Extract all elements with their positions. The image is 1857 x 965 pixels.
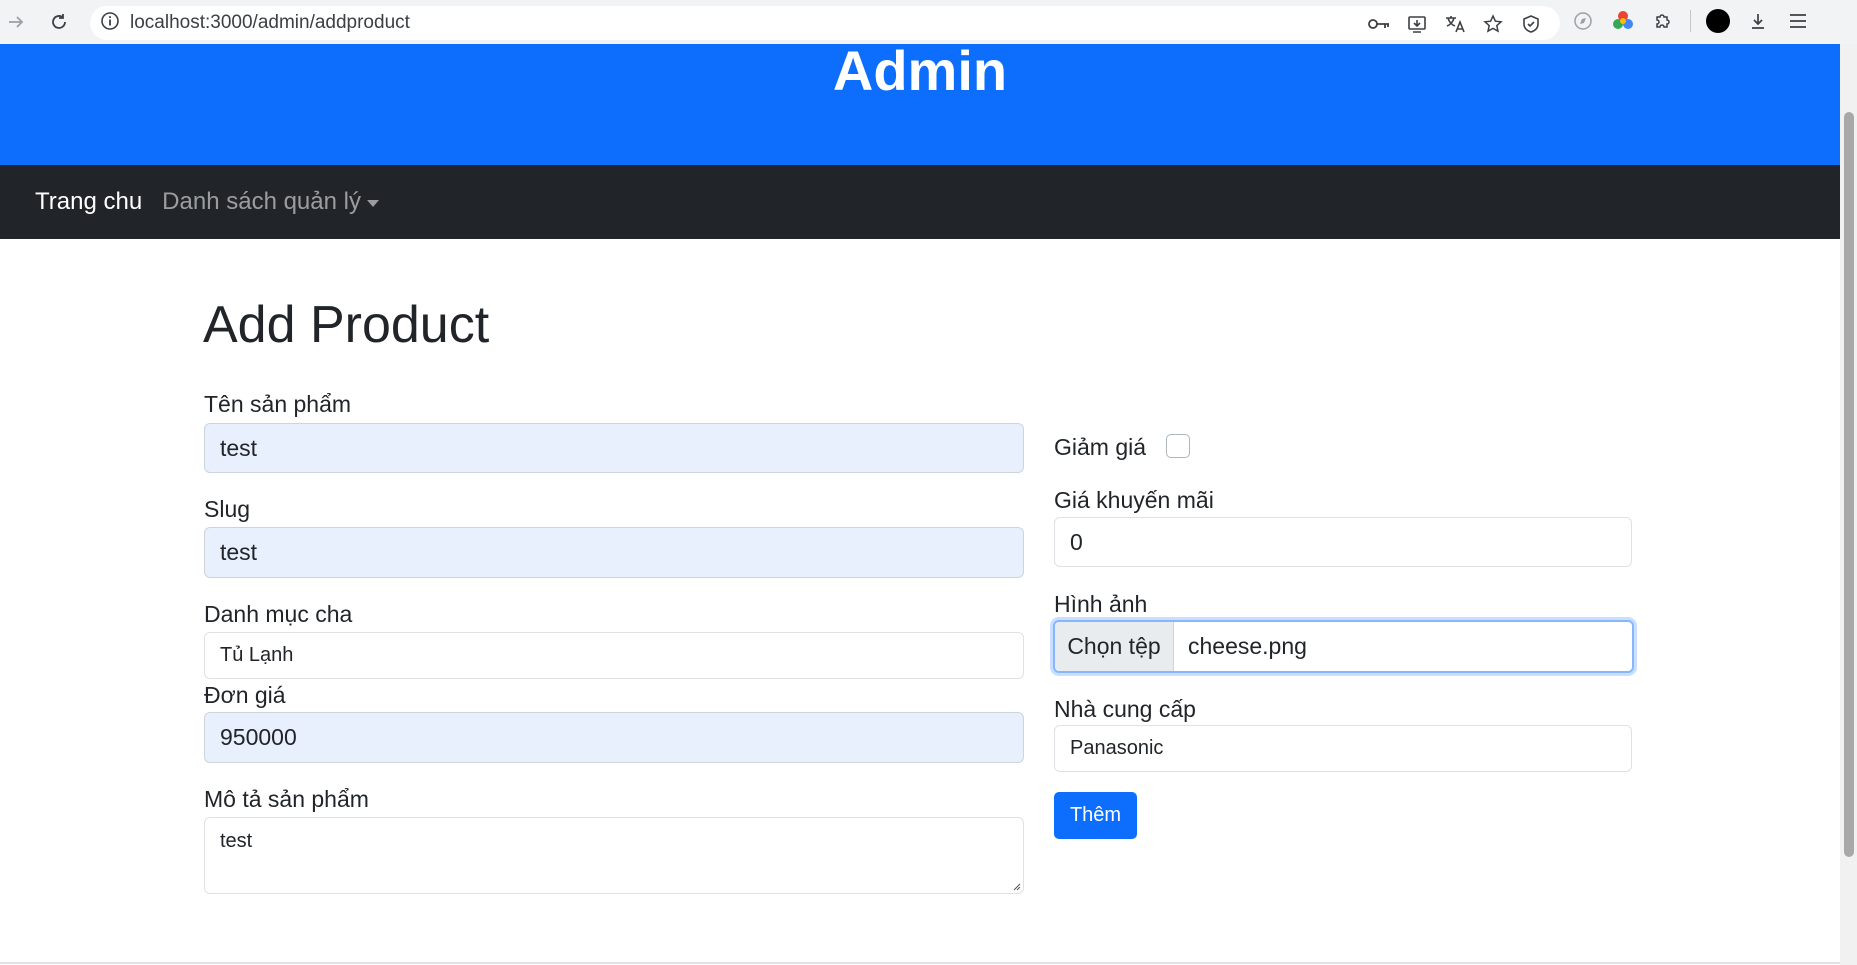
discount-checkbox[interactable] (1166, 434, 1190, 458)
toolbar-separator (1690, 10, 1691, 32)
price-label: Đơn giá (204, 682, 286, 708)
browser-toolbar: localhost:3000/admin/addproduct (0, 0, 1857, 44)
install-app-icon[interactable] (1404, 11, 1430, 37)
choose-file-button[interactable]: Chọn tệp (1055, 622, 1174, 671)
description-label: Mô tả sản phẩm (204, 786, 369, 812)
image-file-input[interactable]: Chọn tệp cheese.png (1053, 620, 1634, 673)
profile-avatar-icon[interactable] (1705, 8, 1731, 34)
compass-extension-icon[interactable] (1570, 8, 1596, 34)
price-input[interactable]: 950000 (204, 712, 1024, 763)
extensions-puzzle-icon[interactable] (1650, 8, 1676, 34)
forward-icon[interactable] (2, 8, 30, 36)
translate-icon[interactable] (1442, 11, 1468, 37)
supplier-label: Nhà cung cấp (1054, 696, 1196, 722)
resize-grip-icon[interactable] (1011, 881, 1021, 891)
category-select[interactable]: Tủ Lạnh (204, 632, 1024, 679)
scrollbar-thumb[interactable] (1844, 112, 1854, 857)
address-bar[interactable]: localhost:3000/admin/addproduct (90, 6, 1560, 40)
page-scrollbar[interactable] (1840, 44, 1857, 965)
key-icon[interactable] (1366, 11, 1392, 37)
admin-title: Admin (832, 44, 1008, 102)
shield-icon[interactable] (1518, 11, 1544, 37)
bookmark-star-icon[interactable] (1480, 11, 1506, 37)
category-label: Danh mục cha (204, 601, 353, 627)
sale-price-input[interactable]: 0 (1054, 517, 1632, 567)
image-label: Hình ảnh (1054, 591, 1148, 617)
product-name-input[interactable]: test (204, 423, 1024, 473)
caret-down-icon (366, 200, 379, 207)
sale-price-label: Giá khuyến mãi (1054, 487, 1214, 513)
reload-icon[interactable] (45, 8, 73, 36)
site-info-icon[interactable] (100, 11, 120, 36)
slug-label: Slug (204, 496, 251, 522)
discount-label: Giảm giá (1054, 434, 1147, 460)
add-product-button[interactable]: Thêm (1054, 792, 1137, 839)
nav-dropdown-label: Danh sách quản lý (162, 188, 361, 215)
product-name-label: Tên sản phẩm (204, 391, 352, 417)
nav-home-link[interactable]: Trang chu (35, 188, 142, 216)
page-title: Add Product (203, 296, 490, 354)
color-extension-icon[interactable] (1610, 8, 1636, 34)
download-icon[interactable] (1745, 8, 1771, 34)
url-text[interactable]: localhost:3000/admin/addproduct (130, 12, 410, 34)
admin-header: Admin (0, 44, 1840, 165)
main-navbar: Trang chu Danh sách quản lý (0, 165, 1840, 239)
page-bottom-divider (0, 962, 1840, 964)
nav-manage-dropdown[interactable]: Danh sách quản lý (162, 188, 379, 216)
menu-icon[interactable] (1785, 8, 1811, 34)
slug-input[interactable]: test (204, 527, 1024, 578)
chosen-file-name: cheese.png (1188, 633, 1307, 659)
description-text: test (220, 830, 253, 852)
supplier-select[interactable]: Panasonic (1054, 725, 1632, 772)
description-textarea[interactable]: test (204, 817, 1024, 894)
